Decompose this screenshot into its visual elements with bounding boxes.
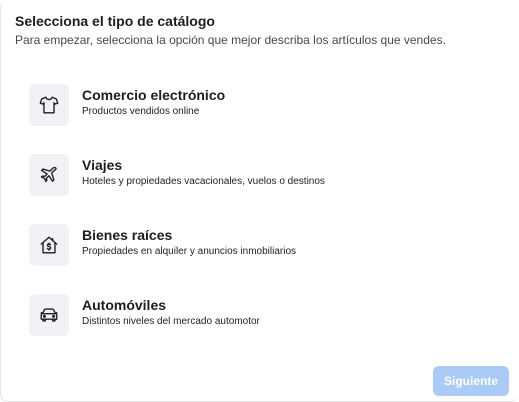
option-description: Propiedades en alquiler y anuncios inmob… bbox=[82, 246, 297, 257]
option-real-estate[interactable]: Bienes raíces Propiedades en alquiler y … bbox=[29, 224, 499, 266]
catalog-options-list: Comercio electrónico Productos vendidos … bbox=[29, 84, 499, 364]
house-dollar-icon bbox=[29, 224, 69, 266]
option-description: Productos vendidos online bbox=[82, 106, 200, 117]
option-real-estate-text: Bienes raíces Propiedades en alquiler y … bbox=[82, 227, 296, 258]
option-description: Distintos niveles del mercado automotor bbox=[82, 316, 260, 327]
car-icon bbox=[29, 294, 69, 336]
option-title: Bienes raíces bbox=[82, 227, 173, 243]
option-title: Comercio electrónico bbox=[82, 87, 226, 103]
option-description: Hoteles y propiedades vacacionales, vuel… bbox=[82, 176, 325, 187]
option-title: Viajes bbox=[82, 157, 123, 173]
dialog-subtitle: Para empezar, selecciona la opción que m… bbox=[15, 33, 446, 47]
airplane-icon bbox=[29, 154, 69, 196]
catalog-type-dialog: Selecciona el tipo de catálogo Para empe… bbox=[0, 0, 519, 402]
option-ecommerce-text: Comercio electrónico Productos vendidos … bbox=[82, 87, 225, 118]
dialog-header: Selecciona el tipo de catálogo Para empe… bbox=[15, 13, 509, 48]
option-travel[interactable]: Viajes Hoteles y propiedades vacacionale… bbox=[29, 154, 499, 196]
option-ecommerce[interactable]: Comercio electrónico Productos vendidos … bbox=[29, 84, 499, 126]
option-title: Automóviles bbox=[82, 297, 167, 313]
option-automotive[interactable]: Automóviles Distintos niveles del mercad… bbox=[29, 294, 499, 336]
next-button[interactable]: Siguiente bbox=[433, 366, 509, 396]
dialog-title: Selecciona el tipo de catálogo bbox=[15, 13, 215, 29]
option-travel-text: Viajes Hoteles y propiedades vacacionale… bbox=[82, 157, 325, 188]
option-automotive-text: Automóviles Distintos niveles del mercad… bbox=[82, 297, 260, 328]
tshirt-icon bbox=[29, 84, 69, 126]
